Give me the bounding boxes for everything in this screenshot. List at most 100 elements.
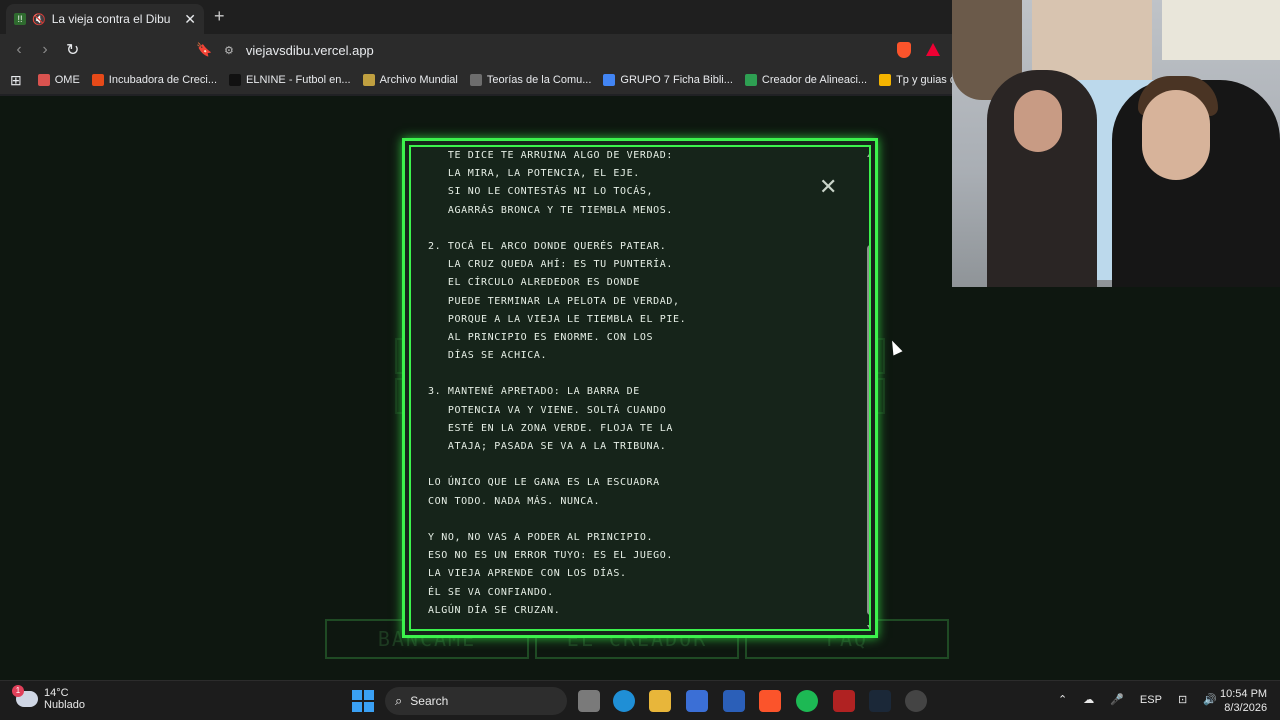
spotify-icon[interactable] — [796, 690, 818, 712]
address-bar[interactable]: ⚙ viejavsdibu.vercel.app — [224, 38, 884, 62]
bookmark-item[interactable]: OME — [37, 74, 80, 86]
edge-icon[interactable] — [613, 690, 635, 712]
bookmark-favicon-icon — [229, 74, 242, 86]
language-indicator[interactable]: ESP — [1140, 694, 1162, 706]
file-explorer-icon[interactable] — [649, 690, 671, 712]
task-view-icon[interactable] — [578, 690, 600, 712]
cloud-icon: 1 — [12, 685, 38, 707]
webcam-overlay — [952, 0, 1280, 287]
bookmark-favicon-icon — [879, 74, 892, 86]
bookmark-label: OME — [54, 74, 80, 86]
instructions-line: SI NO LE CONTESTÁS NI LO TOCÁS, — [428, 186, 654, 198]
instructions-line: 2. TOCÁ EL ARCO DONDE QUERÉS PATEAR. — [428, 240, 667, 252]
instructions-line: EL CÍRCULO ALREDEDOR ES DONDE — [428, 277, 640, 289]
microphone-icon[interactable]: 🎤 — [1110, 693, 1124, 706]
brave-rewards-icon[interactable] — [926, 43, 940, 56]
instructions-line: TE DICE TE ARRUINA ALGO DE VERDAD: — [428, 150, 673, 161]
clock[interactable]: 10:54 PM 8/3/2026 — [1220, 687, 1267, 715]
search-label: Search — [410, 694, 449, 708]
bookmark-icon[interactable]: 🔖 — [196, 42, 212, 58]
bookmark-favicon-icon — [362, 74, 375, 86]
instructions-line: AL PRINCIPIO ES ENORME. CON LOS — [428, 331, 654, 343]
reload-icon[interactable]: ↻ — [66, 40, 79, 60]
voicemeeter-icon[interactable] — [833, 690, 855, 712]
outlook-icon[interactable] — [723, 690, 745, 712]
instructions-line: AGARRÁS BRONCA Y TE TIEMBLA MENOS. — [428, 204, 673, 216]
start-icon[interactable] — [352, 690, 374, 712]
scrollbar-thumb[interactable] — [867, 245, 869, 615]
taskbar: 1 14°C Nublado ⌕ Search ⌃ ☁ 🎤 ESP ⊡ 🔊 10… — [0, 680, 1280, 720]
steam-icon[interactable] — [869, 690, 891, 712]
bookmark-label: Teorías de la Comu... — [486, 74, 592, 86]
tab-title: La vieja contra el Dibu — [51, 12, 171, 26]
instructions-line: 3. MANTENÉ APRETADO: LA BARRA DE — [428, 386, 640, 398]
instructions-line: ALGÚN DÍA SE CRUZAN. — [428, 604, 561, 616]
clock-time: 10:54 PM — [1220, 688, 1268, 700]
weather-temp: 14°C — [44, 687, 69, 699]
instructions-line: LA MIRA, LA POTENCIA, EL EJE. — [428, 168, 640, 180]
weather-widget[interactable]: 1 14°C Nublado — [12, 685, 85, 711]
browser-window: !! 🔇 La vieja contra el Dibu ✕ + ‹ › ↻ 🔖… — [0, 0, 1001, 96]
tab-active[interactable]: !! 🔇 La vieja contra el Dibu ✕ — [6, 4, 204, 34]
system-tray: ⌃ ☁ 🎤 ESP ⊡ 🔊 — [1058, 693, 1233, 707]
bookmark-label: Creador de Alineaci... — [761, 74, 868, 86]
scroll-up-icon[interactable] — [867, 151, 869, 157]
obs-icon[interactable] — [905, 690, 927, 712]
tab-close-icon[interactable]: ✕ — [184, 11, 196, 28]
bookmark-item[interactable]: Creador de Alineaci... — [744, 74, 868, 86]
forward-icon[interactable]: › — [38, 41, 52, 59]
webcam-person-face — [1014, 90, 1062, 152]
instructions-line: CON TODO. NADA MÁS. NUNCA. — [428, 495, 601, 507]
scrollbar[interactable] — [866, 149, 869, 629]
bookmark-item[interactable]: ELNINE - Futbol en... — [229, 74, 351, 86]
store-icon[interactable] — [686, 690, 708, 712]
volume-icon[interactable]: 🔊 — [1203, 693, 1217, 706]
bookmark-item[interactable]: Teorías de la Comu... — [469, 74, 592, 86]
bookmark-label: Archivo Mundial — [379, 74, 458, 86]
instructions-line — [428, 220, 858, 238]
bookmark-item[interactable]: GRUPO 7 Ficha Bibli... — [603, 74, 733, 86]
mute-icon[interactable]: 🔇 — [32, 13, 46, 26]
tab-bar: !! 🔇 La vieja contra el Dibu ✕ + — [0, 0, 952, 34]
notification-badge: 1 — [12, 685, 24, 697]
instructions-line: LA VIEJA APRENDE CON LOS DÍAS. — [428, 568, 627, 580]
instructions-line: PUEDE TERMINAR LA PELOTA DE VERDAD, — [428, 295, 680, 307]
weather-desc: Nublado — [44, 699, 85, 711]
bookmark-item[interactable]: Incubadora de Creci... — [91, 74, 218, 86]
brave-shields-icon[interactable] — [897, 42, 911, 58]
bookmark-favicon-icon — [603, 74, 616, 86]
close-icon[interactable]: ✕ — [819, 175, 837, 200]
instructions-line: ESO NO ES UN ERROR TUYO: ES EL JUEGO. — [428, 550, 673, 562]
toolbar: ‹ › ↻ 🔖 ⚙ viejavsdibu.vercel.app — [0, 34, 952, 66]
network-icon[interactable]: ⊡ — [1178, 693, 1187, 706]
clock-date: 8/3/2026 — [1224, 702, 1268, 714]
bookmark-favicon-icon — [37, 74, 50, 86]
apps-grid-icon[interactable]: ⊞ — [10, 72, 22, 89]
new-tab-icon[interactable]: + — [214, 6, 225, 27]
bookmark-favicon-icon — [469, 74, 482, 86]
instructions-line: ATAJA; PASADA SE VA A LA TRIBUNA. — [428, 441, 667, 452]
instructions-line: Y NO, NO VAS A PODER AL PRINCIPIO. — [428, 531, 654, 543]
brave-taskbar-icon[interactable] — [759, 690, 781, 712]
bookmark-favicon-icon — [91, 74, 104, 86]
url-text: viejavsdibu.vercel.app — [245, 42, 374, 58]
instructions-text: TE DICE TE ARRUINA ALGO DE VERDAD: LA MI… — [428, 147, 858, 620]
site-info-icon[interactable]: ⚙ — [224, 44, 234, 57]
cloud-tray-icon[interactable]: ☁ — [1083, 693, 1094, 706]
back-icon[interactable]: ‹ — [12, 41, 26, 59]
bookmark-label: ELNINE - Futbol en... — [246, 74, 351, 86]
search-icon: ⌕ — [395, 693, 403, 708]
site-favicon: !! — [14, 13, 26, 25]
taskbar-search[interactable]: ⌕ Search — [385, 687, 567, 715]
bookmark-item[interactable]: Archivo Mundial — [362, 74, 458, 86]
modal-inner-frame: TE DICE TE ARRUINA ALGO DE VERDAD: LA MI… — [409, 145, 871, 631]
instructions-line: POTENCIA VA Y VIENE. SOLTÁ CUANDO — [428, 404, 667, 416]
webcam-person-face — [1142, 90, 1210, 180]
instructions-line: DÍAS SE ACHICA. — [428, 350, 548, 362]
instructions-line: LA CRUZ QUEDA AHÍ: ES TU PUNTERÍA. — [428, 259, 673, 271]
bookmarks-bar: ⊞ OME Incubadora de Creci... ELNINE - Futb… — [0, 66, 1001, 94]
bookmark-label: Incubadora de Creci... — [108, 74, 218, 86]
chevron-up-icon[interactable]: ⌃ — [1058, 693, 1067, 706]
scroll-down-icon[interactable] — [867, 625, 869, 629]
instructions-line — [428, 456, 858, 474]
